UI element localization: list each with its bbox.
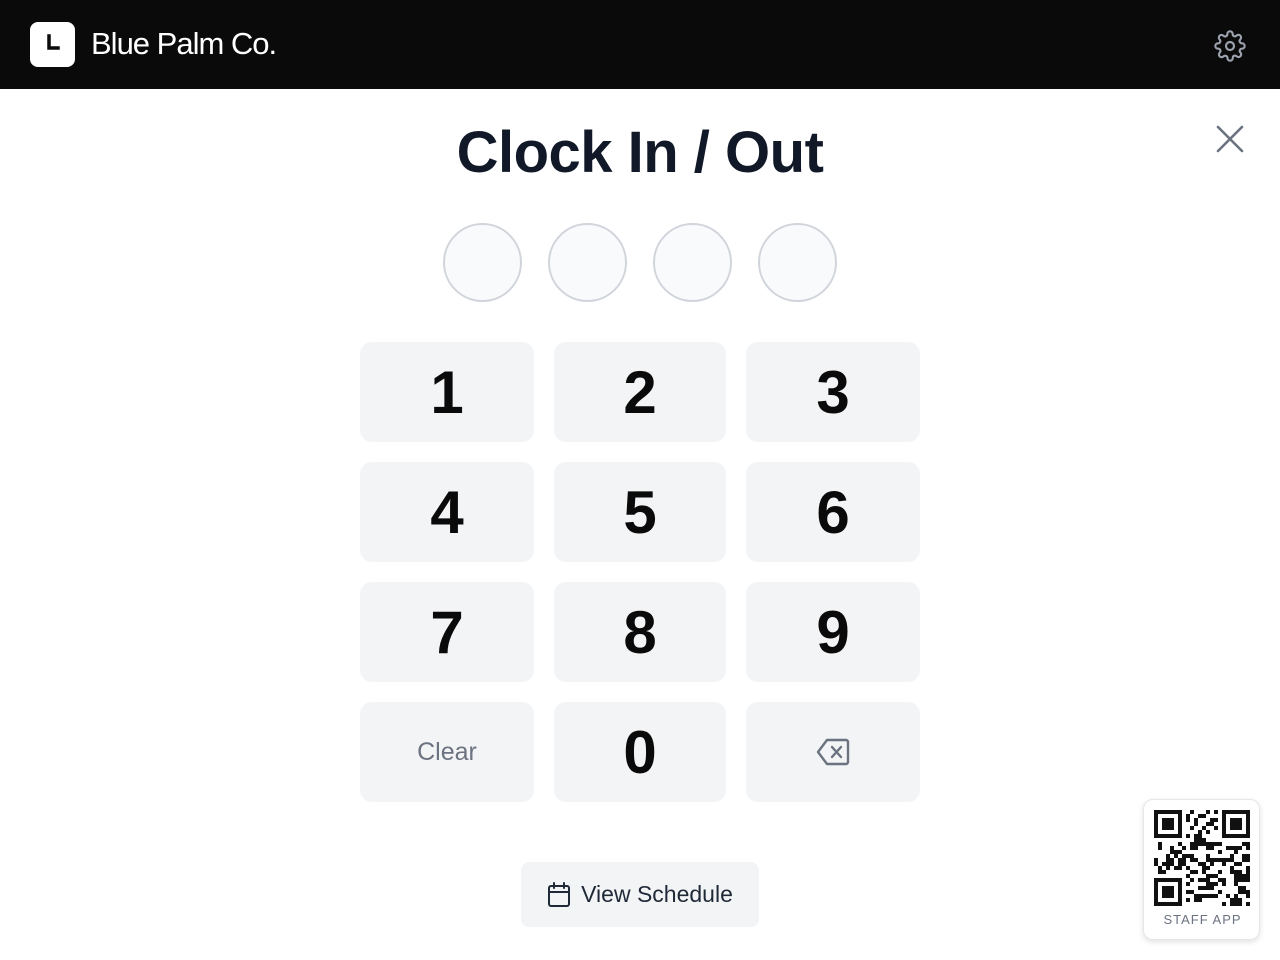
key-9[interactable]: 9 <box>746 582 920 682</box>
key-8[interactable]: 8 <box>554 582 726 682</box>
clear-button[interactable]: Clear <box>360 702 534 802</box>
backspace-button[interactable] <box>746 702 920 802</box>
key-2[interactable]: 2 <box>554 342 726 442</box>
key-5-label: 5 <box>623 478 657 546</box>
settings-button[interactable] <box>1214 30 1246 62</box>
staff-app-qr-card[interactable]: STAFF APP <box>1143 799 1260 940</box>
backspace-icon <box>816 738 850 766</box>
qr-code <box>1154 810 1250 906</box>
key-8-label: 8 <box>623 598 657 666</box>
key-0-label: 0 <box>623 718 657 786</box>
pin-dot <box>443 223 522 302</box>
view-schedule-button[interactable]: View Schedule <box>521 862 759 927</box>
key-0[interactable]: 0 <box>554 702 726 802</box>
calendar-icon <box>548 881 571 907</box>
key-2-label: 2 <box>623 358 657 426</box>
view-schedule-label: View Schedule <box>581 881 733 907</box>
key-7[interactable]: 7 <box>360 582 534 682</box>
key-3[interactable]: 3 <box>746 342 920 442</box>
clock-icon <box>30 22 75 67</box>
key-5[interactable]: 5 <box>554 462 726 562</box>
clear-label: Clear <box>417 737 477 766</box>
key-1-label: 1 <box>430 358 464 426</box>
top-bar: Blue Palm Co. <box>0 0 1280 89</box>
keypad: 1 2 3 4 5 6 7 8 9 Clear 0 <box>360 342 920 802</box>
brand-name: Blue Palm Co. <box>91 24 277 64</box>
key-6[interactable]: 6 <box>746 462 920 562</box>
key-4-label: 4 <box>430 478 464 546</box>
key-1[interactable]: 1 <box>360 342 534 442</box>
qr-label: STAFF APP <box>1163 912 1242 927</box>
brand-name-text: Blue Palm Co. <box>91 26 277 61</box>
page-title: Clock In / Out <box>456 120 824 185</box>
key-9-label: 9 <box>816 598 850 666</box>
pin-dot <box>653 223 732 302</box>
key-6-label: 6 <box>816 478 850 546</box>
key-7-label: 7 <box>430 598 464 666</box>
gear-icon <box>1214 30 1246 62</box>
pin-indicator <box>443 223 837 302</box>
pin-dot <box>758 223 837 302</box>
pin-dot <box>548 223 627 302</box>
key-4[interactable]: 4 <box>360 462 534 562</box>
key-3-label: 3 <box>816 358 850 426</box>
